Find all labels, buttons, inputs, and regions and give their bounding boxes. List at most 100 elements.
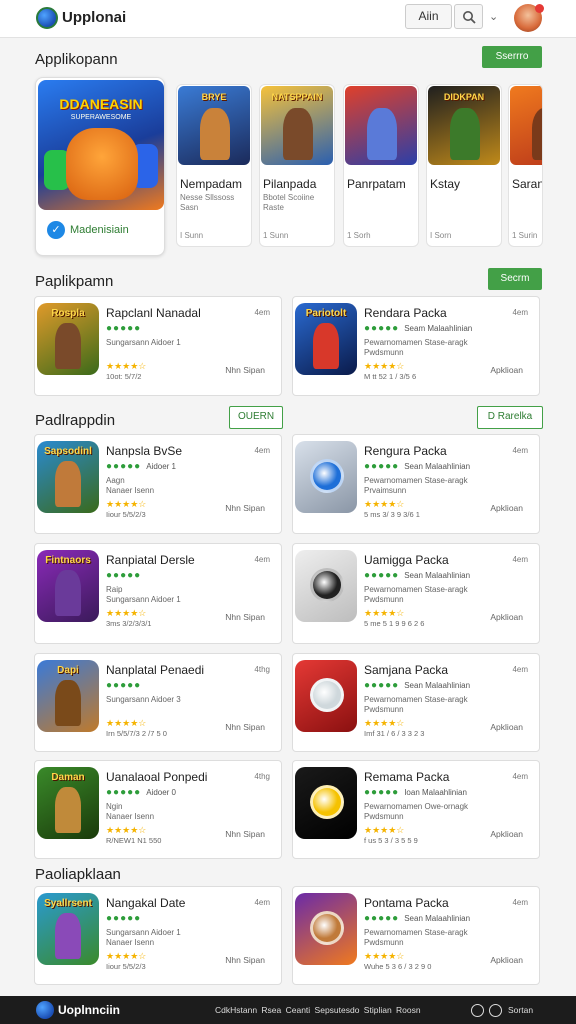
app-card-small[interactable]: Saran 1 Surin (508, 84, 543, 247)
app-description-line: Pewarnomamen Stase-aragk (364, 338, 468, 347)
second-section-button[interactable]: Secrm (488, 268, 542, 290)
app-action-link[interactable]: Nhn Sipan (225, 365, 265, 375)
globe-logo-icon[interactable] (36, 7, 58, 29)
section-title-third: Padlrappdin (35, 412, 116, 429)
app-description: Raip Sungarsann Aidoer 1 (106, 585, 181, 605)
footer-logo-icon[interactable] (36, 1001, 54, 1019)
app-action-link[interactable]: Nhn Sipan (225, 955, 265, 965)
app-list-card[interactable]: Remama Packa 4em ●●●●● Ioan Malaahlinian Pew… (292, 760, 540, 859)
app-icon[interactable]: Dapi (37, 660, 99, 732)
app-title[interactable]: Rapclanl Nanadal (106, 306, 201, 320)
app-icon[interactable] (295, 550, 357, 622)
app-list-card[interactable]: Uamigga Packa 4em ●●●●● Sean Malaahlinian Pe… (292, 543, 540, 644)
app-icon[interactable]: Daman (37, 767, 99, 839)
app-action-link[interactable]: Apklioan (490, 722, 523, 732)
rating-dots: ●●●●● Sean Malaahlinian (364, 680, 470, 691)
app-list-card[interactable]: Pariotolt Rendara Packa 4em ●●●●● Seam Malaa… (292, 296, 540, 396)
app-title[interactable]: Rendara Packa (364, 306, 447, 320)
app-action-link[interactable]: Apklioan (490, 829, 523, 839)
app-list-card[interactable]: Samjana Packa 4em ●●●●● Sean Malaahlinian Pe… (292, 653, 540, 752)
app-stats: M tt 52 1 / 3/5 6 (364, 372, 417, 381)
app-action-link[interactable]: Nhn Sipan (225, 503, 265, 513)
app-name: Kstay (430, 177, 461, 191)
app-card-small[interactable]: NATSPPAIN Pilanpada Bbotel Scoiine Raste 1 S… (259, 84, 335, 247)
app-title[interactable]: Nanpsla BvSe (106, 444, 182, 458)
app-title[interactable]: Ranpiatal Dersle (106, 553, 195, 567)
app-action-link[interactable]: Apklioan (490, 365, 523, 375)
app-description-line: Pwdsmunn (364, 595, 404, 604)
footer-links[interactable]: CdkHstann Rsea Ceanti Sepsutesdo Stiplia… (215, 1005, 421, 1015)
app-action-link[interactable]: Apklioan (490, 612, 523, 622)
app-list-card[interactable]: Dapi Nanplatal Penaedi 4thg ●●●●● Sungarsann… (34, 653, 282, 752)
refresh-icon[interactable] (489, 1004, 502, 1017)
star-rating: ★★★★☆ (364, 608, 405, 618)
app-stats: Irn 5/5/7/3 2 /7 5 0 (106, 729, 167, 738)
rating-dots-glyphs: ●●●●● (106, 461, 142, 472)
star-rating: ★★★★☆ (364, 825, 405, 835)
app-icon[interactable]: Fintnaors (37, 550, 99, 622)
app-icon[interactable]: Rospla (37, 303, 99, 375)
rating-dots: ●●●●● (106, 570, 146, 581)
app-title[interactable]: Pontama Packa (364, 896, 449, 910)
rating-dots-glyphs: ●●●●● (106, 787, 142, 798)
section-title-second: Paplikpamn (35, 273, 114, 290)
chevron-down-icon[interactable]: ⌄ (489, 10, 498, 23)
app-icon[interactable] (295, 660, 357, 732)
brand-title[interactable]: Upplonai (62, 9, 126, 26)
app-card-small[interactable]: DIDKPAN Kstay I Sorn (426, 84, 502, 247)
app-list-card[interactable]: Sapsodinl Nanpsla BvSe 4em ●●●●● Aidoer 1 Aag… (34, 434, 282, 534)
app-stats: f us 5 3 / 3 5 5 9 (364, 836, 418, 845)
app-icon[interactable] (295, 767, 357, 839)
featured-app-card[interactable]: DDANEASIN SUPERAWESOME ✓ Madenisiain (35, 77, 165, 256)
app-meta: 4em (254, 308, 270, 317)
app-description: Ngin Nanaer Isenn (106, 802, 154, 822)
app-list-card[interactable]: Daman Uanalaoal Ponpedi 4thg ●●●●● Aidoer 0 N… (34, 760, 282, 859)
rating-dots-glyphs: ●●●●● (364, 787, 400, 798)
app-title[interactable]: Uamigga Packa (364, 553, 449, 567)
header-button[interactable]: Aiin (405, 4, 452, 29)
app-list-card[interactable]: Syallrsent Nangakal Date 4em ●●●●● Sungarsan… (34, 886, 282, 985)
app-title[interactable]: Nanplatal Penaedi (106, 663, 204, 677)
avatar[interactable] (514, 4, 544, 32)
footer-right-text[interactable]: Sortan (508, 1005, 533, 1015)
app-list-card[interactable]: Rospla Rapclanl Nanadal 4em ●●●●● Sungarsann… (34, 296, 282, 396)
app-action-link[interactable]: Apklioan (490, 503, 523, 513)
app-icon[interactable]: Pariotolt (295, 303, 357, 375)
third-section-button-right[interactable]: D Rarelka (477, 406, 543, 429)
app-action-link[interactable]: Apklioan (490, 955, 523, 965)
app-title[interactable]: Remama Packa (364, 770, 449, 784)
app-list-card[interactable]: Pontama Packa 4em ●●●●● Sean Malaahlinian Pe… (292, 886, 540, 985)
app-card-small[interactable]: Panrpatam 1 Sorh (343, 84, 419, 247)
app-list-card[interactable]: Fintnaors Ranpiatal Dersle 4em ●●●●● Raip Sun… (34, 543, 282, 644)
app-icon[interactable] (295, 893, 357, 965)
app-card-small[interactable]: BRYE Nempadam Nesse Sllssoss Sasn I Sunn (176, 84, 252, 247)
app-description-line: Ngin (106, 802, 123, 811)
app-icon[interactable] (295, 441, 357, 513)
search-button[interactable] (454, 4, 483, 29)
app-icon[interactable]: Sapsodinl (37, 441, 99, 513)
app-description: Aagn Nanaer Isenn (106, 476, 154, 496)
app-title[interactable]: Nangakal Date (106, 896, 185, 910)
app-meta: 4em (512, 555, 528, 564)
rating-dots: ●●●●● Sean Malaahlinian (364, 570, 470, 581)
third-section-button-left[interactable]: OUERN (229, 406, 283, 429)
app-description-line: Nanaer Isenn (106, 486, 155, 495)
app-list-card[interactable]: Rengura Packa 4em ●●●●● Sean Malaahlinian Pe… (292, 434, 540, 534)
app-action-link[interactable]: Nhn Sipan (225, 829, 265, 839)
app-title[interactable]: Uanalaoal Ponpedi (106, 770, 207, 784)
app-description: Pewarnomamen Stase-aragk Pwdsmunn (364, 585, 468, 605)
featured-section-button[interactable]: Sserrro (482, 46, 542, 68)
app-description-line: Pwdsmunn (364, 812, 404, 821)
featured-art-title: DDANEASIN (59, 96, 143, 112)
app-icon[interactable]: Syallrsent (37, 893, 99, 965)
app-stats: Iiour 5/5/2/3 (106, 510, 146, 519)
star-rating: ★★★★☆ (106, 361, 147, 371)
app-title[interactable]: Samjana Packa (364, 663, 448, 677)
app-title[interactable]: Rengura Packa (364, 444, 447, 458)
search-icon[interactable] (471, 1004, 484, 1017)
app-action-link[interactable]: Nhn Sipan (225, 612, 265, 622)
footer-brand[interactable]: Uoplnnciin (58, 1003, 120, 1017)
app-action-link[interactable]: Nhn Sipan (225, 722, 265, 732)
featured-art-subtitle: SUPERAWESOME (70, 114, 132, 121)
rating-dots: ●●●●● Sean Malaahlinian (364, 461, 470, 472)
